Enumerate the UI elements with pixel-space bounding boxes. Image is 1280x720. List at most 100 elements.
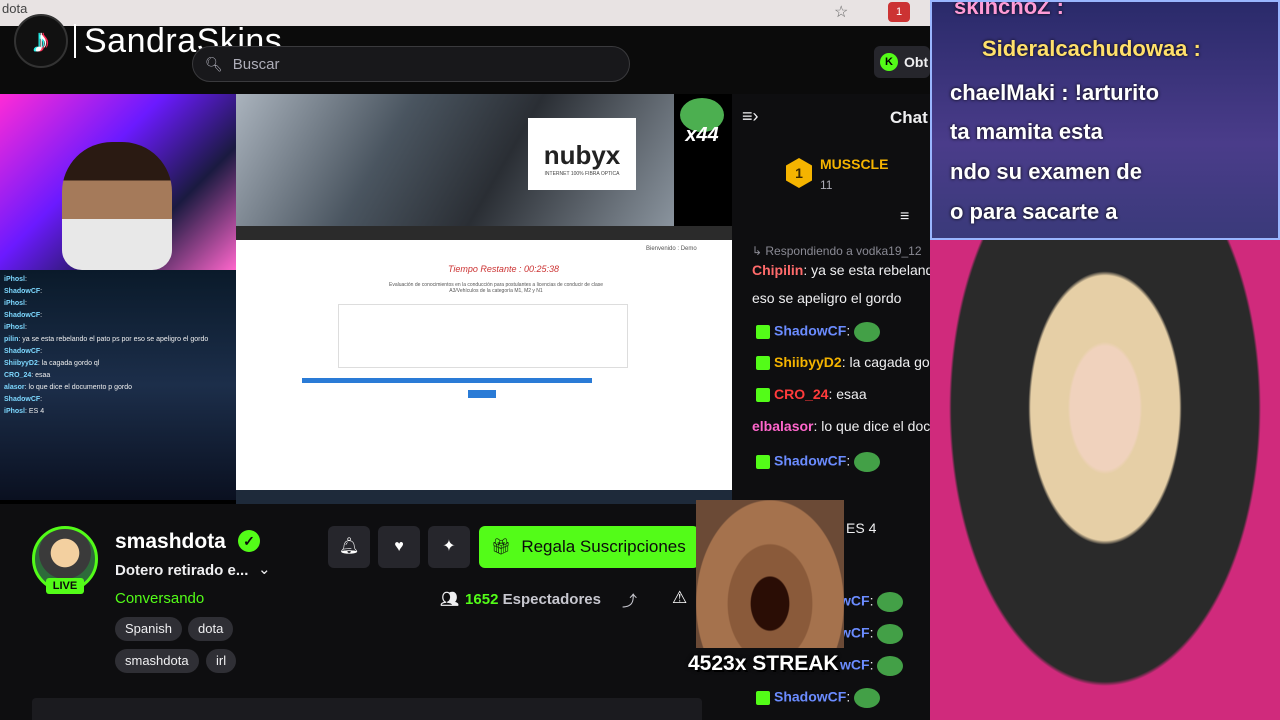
mini-chat-user: ShadowCF	[4, 312, 41, 319]
chat-username[interactable]: wCF	[840, 593, 870, 609]
frog-emote-icon	[854, 688, 881, 708]
report-warning-icon[interactable]: ⚠	[672, 588, 687, 608]
frog-emote-icon	[877, 656, 904, 676]
tag-chip[interactable]: smashdota	[115, 649, 199, 673]
chat-message: ShiibyyD2: la cagada gordo	[752, 354, 930, 371]
chevron-down-icon[interactable]: ⌄	[258, 560, 271, 578]
chat-message: CRO_24: esaa	[752, 386, 867, 403]
emote-counter: x44	[676, 96, 728, 148]
chat-username[interactable]: ShiibyyD2	[774, 354, 842, 370]
share-icon[interactable]: ⤴	[622, 590, 637, 611]
chat-text: : esaa	[828, 386, 867, 402]
get-kicks-label: Obt	[904, 54, 929, 70]
search-input[interactable]: 🔍︎ Buscar	[192, 46, 630, 82]
frog-emote-icon	[877, 624, 904, 644]
gift-subscriptions-label: Regala Suscripciones	[521, 537, 686, 556]
mini-chat-user: ShadowCF	[4, 348, 41, 355]
filter-icon[interactable]: ≡	[900, 208, 909, 226]
chat-text: :	[869, 592, 874, 609]
bookmark-star-icon[interactable]: ☆	[834, 2, 848, 22]
frog-emote-icon	[854, 452, 881, 472]
chat-text: : la cagada gordo	[841, 354, 930, 370]
windows-taskbar	[236, 490, 732, 504]
sub-badge-icon	[756, 455, 770, 469]
exam-next-button	[468, 390, 496, 398]
viewer-number: 1652	[465, 591, 499, 608]
chat-username[interactable]: ShadowCF	[774, 453, 846, 469]
top-gifter-name[interactable]: MUSSCLE	[820, 156, 888, 172]
chat-text: :	[846, 688, 851, 705]
viewer-count: 👥︎ 1652 Espectadores	[440, 590, 601, 608]
chat-username[interactable]: wCF	[840, 657, 870, 673]
mini-chat-user: CRO_24	[4, 372, 32, 379]
mini-chat-line: pilin: ya se esta rebelando el pato ps p…	[4, 334, 232, 346]
logo-divider	[74, 24, 76, 58]
mini-chat-text: : ES 4	[25, 408, 45, 415]
mini-chat-text: :	[40, 288, 43, 295]
mini-chat-user: ShadowCF	[4, 288, 41, 295]
streamer-webcam	[0, 94, 236, 270]
overlay-chat-line: ta mamita esta	[950, 119, 1103, 144]
collapse-chat-icon[interactable]: ≡›	[742, 106, 759, 127]
bell-icon[interactable]: 🔔︎	[328, 526, 370, 568]
video-player[interactable]: iPhosl: ShadowCF: iPhosl: ShadowCF: iPhosl: p…	[0, 94, 732, 504]
mini-chat-user: pilin	[4, 336, 19, 343]
mini-chat-line: ShadowCF:	[4, 310, 232, 322]
chat-username[interactable]: CRO_24	[774, 386, 828, 402]
shared-screen: Bienvenido : Demo Tiempo Restante : 00:2…	[236, 226, 732, 504]
mini-chat-text: :	[40, 348, 43, 355]
chat-text: eso se apeligro el gordo	[752, 290, 902, 306]
channel-name[interactable]: smashdota	[115, 530, 226, 554]
mini-chat-user: ShadowCF	[4, 396, 41, 403]
mini-chat-line: ShadowCF:	[4, 286, 232, 298]
chat-text: : ya se esta rebelando el pato	[803, 262, 930, 278]
extension-badge-icon[interactable]: 1	[888, 2, 910, 22]
tag-chip[interactable]: Spanish	[115, 617, 182, 641]
chat-username[interactable]: ShadowCF	[774, 323, 846, 339]
mini-chat-user: ShiibyyD2	[4, 360, 38, 367]
tiktok-icon: ♪	[14, 14, 68, 68]
mini-chat-line: ShadowCF:	[4, 394, 232, 406]
exam-subtitle: Evaluación de conocimientos en la conduc…	[388, 282, 604, 294]
mini-chat-text: : esaa	[31, 372, 51, 379]
sponsor-logo: nubyx INTERNET 100% FIBRA OPTICA	[528, 118, 636, 190]
top-gifter-count: 11	[820, 178, 833, 192]
overlay-chat-line: Sideralcachudowaa :	[982, 36, 1201, 61]
tag-chip[interactable]: dota	[188, 617, 234, 641]
kick-coin-icon: K	[880, 53, 898, 71]
gift-icon: 🎁︎	[491, 539, 512, 556]
reply-text: Respondiendo a vodka19_12	[765, 244, 922, 258]
exam-question-box	[338, 304, 628, 368]
sub-badge-icon	[756, 325, 770, 339]
mini-chat-line: alasor: lo que dice el documento p gordo	[4, 382, 232, 394]
chat-username[interactable]: wCF	[840, 625, 870, 641]
chat-username[interactable]: ShadowCF	[774, 689, 846, 705]
overlay-chat-line: chaelMaki : !arturito	[950, 80, 1160, 105]
chat-message: wCF:	[840, 656, 904, 676]
streamer-figure	[62, 142, 172, 270]
chat-username[interactable]: Chipilin	[752, 262, 803, 278]
search-icon: 🔍︎	[205, 55, 223, 72]
get-kicks-button[interactable]: K Obt	[874, 46, 930, 78]
mini-chat-text: :	[25, 300, 27, 307]
chat-text: :	[869, 656, 874, 673]
overlay-chat-line: skinchoZ :	[954, 0, 1065, 19]
chat-message: elbalasor: lo que dice el documento	[752, 418, 930, 434]
mini-chat-user: alasor	[4, 384, 25, 391]
sparkle-icon[interactable]: ✦	[428, 526, 470, 568]
sub-badge-icon	[756, 356, 770, 371]
tag-chip[interactable]: irl	[206, 649, 237, 673]
mini-chat-user: iPhosl	[4, 276, 26, 283]
chat-username[interactable]: elbalasor	[752, 418, 813, 434]
streak-counter: 4523x STREAK	[688, 652, 839, 675]
mini-chat-line: ShadowCF:	[4, 346, 232, 358]
overlay-chat-box: skinchoZ : Sideralcachudowaa : chaelMaki…	[930, 0, 1280, 240]
gift-subscriptions-button[interactable]: 🎁︎ Regala Suscripciones	[479, 526, 699, 568]
reply-context: ↳ Respondiendo a vodka19_12	[752, 244, 922, 258]
stream-category[interactable]: Conversando	[115, 590, 204, 607]
heart-icon[interactable]: ♥	[378, 526, 420, 568]
exam-welcome: Bienvenido : Demo	[646, 246, 697, 252]
sponsor-name: nubyx	[543, 140, 621, 170]
mini-chat-line: iPhosl:	[4, 298, 232, 310]
browser-tabs-strip	[236, 226, 732, 240]
